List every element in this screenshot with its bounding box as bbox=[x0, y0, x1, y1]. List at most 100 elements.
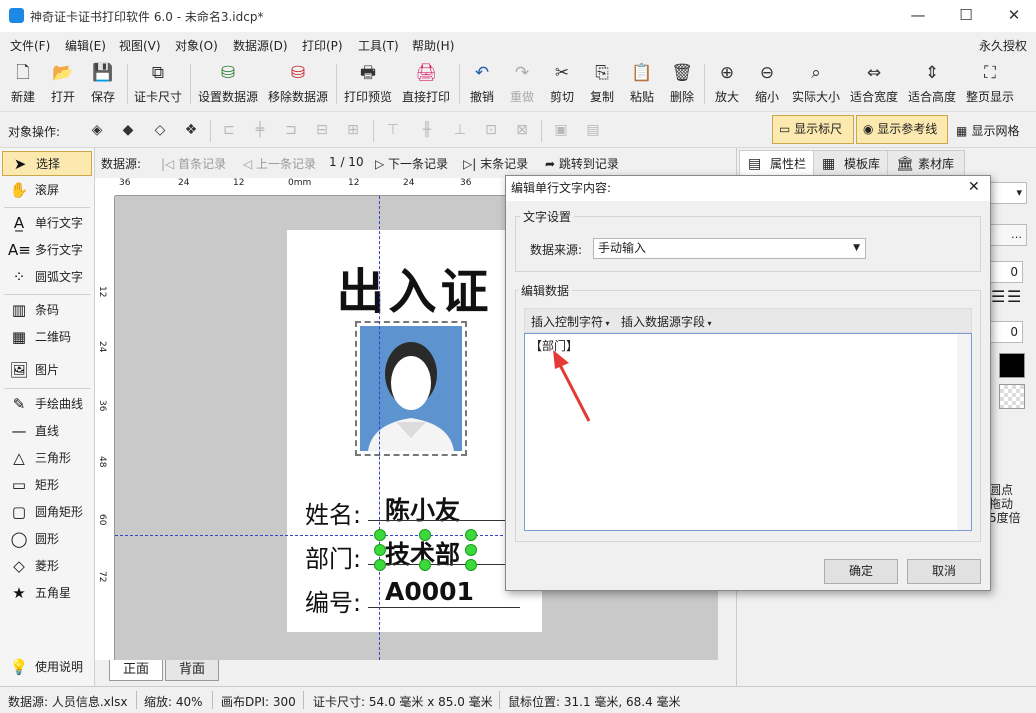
resize-handle[interactable] bbox=[419, 559, 431, 571]
redo-button[interactable]: ↷ 重做 bbox=[505, 62, 539, 108]
new-button[interactable]: 🗋 新建 bbox=[6, 62, 40, 108]
maximize-button[interactable]: ☐ bbox=[946, 4, 986, 28]
ok-button[interactable]: 确定 bbox=[824, 559, 898, 584]
cancel-button[interactable]: 取消 bbox=[907, 559, 981, 584]
fit-width-button[interactable]: ⇔ 适合宽度 bbox=[848, 62, 900, 108]
align-center-icon[interactable]: ☰ bbox=[991, 289, 1005, 305]
resize-handle[interactable] bbox=[374, 529, 386, 541]
full-page-button[interactable]: ⛶ 整页显示 bbox=[964, 62, 1016, 108]
same-height-icon[interactable]: ▤ bbox=[584, 121, 602, 139]
resize-handle[interactable] bbox=[374, 544, 386, 556]
center-h-icon[interactable]: ⊞ bbox=[344, 121, 362, 139]
resize-handle[interactable] bbox=[419, 529, 431, 541]
send-backward-icon[interactable]: ◇ bbox=[151, 121, 169, 139]
tool-single-text[interactable]: A̲ 单行文字 bbox=[2, 211, 92, 236]
menu-file[interactable]: 文件(F) bbox=[10, 37, 50, 54]
insert-datasource-field-button[interactable]: 插入数据源字段 ▾ bbox=[621, 313, 712, 330]
font-select[interactable]: ▾ bbox=[987, 182, 1027, 204]
color-swatch-transparent[interactable] bbox=[999, 384, 1025, 409]
tool-qrcode[interactable]: ▦ 二维码 bbox=[2, 325, 92, 350]
bring-to-front-icon[interactable]: ◆ bbox=[119, 121, 137, 139]
tool-image[interactable]: 🖼 图片 bbox=[2, 358, 92, 383]
direct-print-button[interactable]: 🖨 直接打印 bbox=[400, 62, 452, 108]
vertical-guide-line[interactable] bbox=[379, 196, 380, 660]
card-size-button[interactable]: ⧉ 证卡尺寸 bbox=[132, 62, 184, 108]
zoom-in-button[interactable]: ⊕ 放大 bbox=[710, 62, 744, 108]
remove-datasource-button[interactable]: ⛁ 移除数据源 bbox=[266, 62, 330, 108]
open-button[interactable]: 📂 打开 bbox=[46, 62, 80, 108]
minimize-button[interactable]: — bbox=[898, 4, 938, 28]
paste-button[interactable]: 📋 粘贴 bbox=[625, 62, 659, 108]
next-record-button[interactable]: ▷ 下一条记录 bbox=[375, 155, 448, 172]
close-button[interactable]: ✕ bbox=[994, 4, 1034, 28]
fit-height-button[interactable]: ⇕ 适合高度 bbox=[906, 62, 958, 108]
tab-back[interactable]: 背面 bbox=[165, 660, 219, 681]
menu-print[interactable]: 打印(P) bbox=[302, 37, 343, 54]
show-ruler-toggle[interactable]: ▭ 显示标尺 bbox=[772, 115, 854, 144]
resize-handle[interactable] bbox=[465, 559, 477, 571]
first-record-button[interactable]: |◁ 首条记录 bbox=[161, 155, 226, 172]
menu-edit[interactable]: 编辑(E) bbox=[65, 37, 106, 54]
tool-select[interactable]: ➤ 选择 bbox=[2, 151, 92, 176]
menu-object[interactable]: 对象(O) bbox=[175, 37, 218, 54]
resize-handle[interactable] bbox=[465, 529, 477, 541]
tool-pan[interactable]: ✋ 滚屏 bbox=[2, 178, 92, 203]
prev-record-button[interactable]: ◁ 上一条记录 bbox=[243, 155, 316, 172]
resize-handle[interactable] bbox=[374, 559, 386, 571]
send-to-back-icon[interactable]: ❖ bbox=[182, 121, 200, 139]
tab-properties[interactable]: ▤ 属性栏 bbox=[739, 150, 818, 176]
tool-triangle[interactable]: △ 三角形 bbox=[2, 446, 92, 471]
resize-handle[interactable] bbox=[465, 544, 477, 556]
field-value-name[interactable]: 陈小友 bbox=[385, 491, 460, 527]
tool-arc-text[interactable]: ⁘ 圆弧文字 bbox=[2, 265, 92, 290]
tab-front[interactable]: 正面 bbox=[109, 660, 163, 681]
align-bottom-icon[interactable]: ⊥ bbox=[451, 121, 469, 139]
tool-star[interactable]: ★ 五角星 bbox=[2, 581, 92, 606]
tool-freehand[interactable]: ✎ 手绘曲线 bbox=[2, 392, 92, 417]
align-justify-icon[interactable]: ☰ bbox=[1007, 289, 1021, 305]
dialog-close-button[interactable]: ✕ bbox=[968, 179, 980, 195]
source-select[interactable]: 手动输入 ▼ bbox=[593, 238, 866, 259]
jump-record-button[interactable]: ➦ 跳转到记录 bbox=[545, 155, 619, 172]
copy-button[interactable]: ⎘ 复制 bbox=[585, 62, 619, 108]
set-datasource-button[interactable]: ⛁ 设置数据源 bbox=[196, 62, 260, 108]
color-swatch-black[interactable] bbox=[999, 353, 1025, 378]
tool-rect[interactable]: ▭ 矩形 bbox=[2, 473, 92, 498]
menu-view[interactable]: 视图(V) bbox=[119, 37, 161, 54]
distribute-v-icon[interactable]: ⊡ bbox=[482, 121, 500, 139]
same-width-icon[interactable]: ▣ bbox=[552, 121, 570, 139]
tool-multi-text[interactable]: A≡ 多行文字 bbox=[2, 238, 92, 263]
tool-barcode[interactable]: ▥ 条码 bbox=[2, 298, 92, 323]
tab-templates[interactable]: ▦ 模板库 bbox=[813, 150, 892, 176]
tab-materials[interactable]: 🏛 素材库 bbox=[887, 150, 966, 176]
insert-control-char-button[interactable]: 插入控制字符 ▾ bbox=[531, 313, 610, 330]
save-button[interactable]: 💾 保存 bbox=[86, 62, 120, 108]
help-button[interactable]: 💡 使用说明 bbox=[2, 655, 92, 680]
tool-line[interactable]: — 直线 bbox=[2, 419, 92, 444]
undo-button[interactable]: ↶ 撤销 bbox=[465, 62, 499, 108]
align-top-icon[interactable]: ⊤ bbox=[384, 121, 402, 139]
align-center-icon[interactable]: ╪ bbox=[251, 121, 269, 139]
zoom-out-button[interactable]: ⊖ 缩小 bbox=[750, 62, 784, 108]
menu-help[interactable]: 帮助(H) bbox=[412, 37, 454, 54]
card-title[interactable]: 出入证 bbox=[287, 252, 542, 322]
tool-round-rect[interactable]: ▢ 圆角矩形 bbox=[2, 500, 92, 525]
align-right-icon[interactable]: ⊐ bbox=[282, 121, 300, 139]
align-left-icon[interactable]: ⊏ bbox=[220, 121, 238, 139]
tool-diamond[interactable]: ◇ 菱形 bbox=[2, 554, 92, 579]
more-button[interactable]: … bbox=[987, 224, 1027, 246]
delete-button[interactable]: 🗑 删除 bbox=[665, 62, 699, 108]
field-value-id[interactable]: A0001 bbox=[385, 577, 474, 606]
menu-tools[interactable]: 工具(T) bbox=[358, 37, 399, 54]
cut-button[interactable]: ✂ 剪切 bbox=[545, 62, 579, 108]
bring-forward-icon[interactable]: ◈ bbox=[88, 121, 106, 139]
id-photo[interactable] bbox=[360, 326, 462, 451]
distribute-h-icon[interactable]: ⊟ bbox=[313, 121, 331, 139]
menu-datasource[interactable]: 数据源(D) bbox=[233, 37, 288, 54]
spin-value-1[interactable]: 0 bbox=[987, 261, 1023, 283]
center-v-icon[interactable]: ⊠ bbox=[513, 121, 531, 139]
last-record-button[interactable]: ▷| 末条记录 bbox=[463, 155, 528, 172]
tool-circle[interactable]: ◯ 圆形 bbox=[2, 527, 92, 552]
align-middle-icon[interactable]: ╫ bbox=[418, 121, 436, 139]
print-preview-button[interactable]: 🖶 打印预览 bbox=[342, 62, 394, 108]
